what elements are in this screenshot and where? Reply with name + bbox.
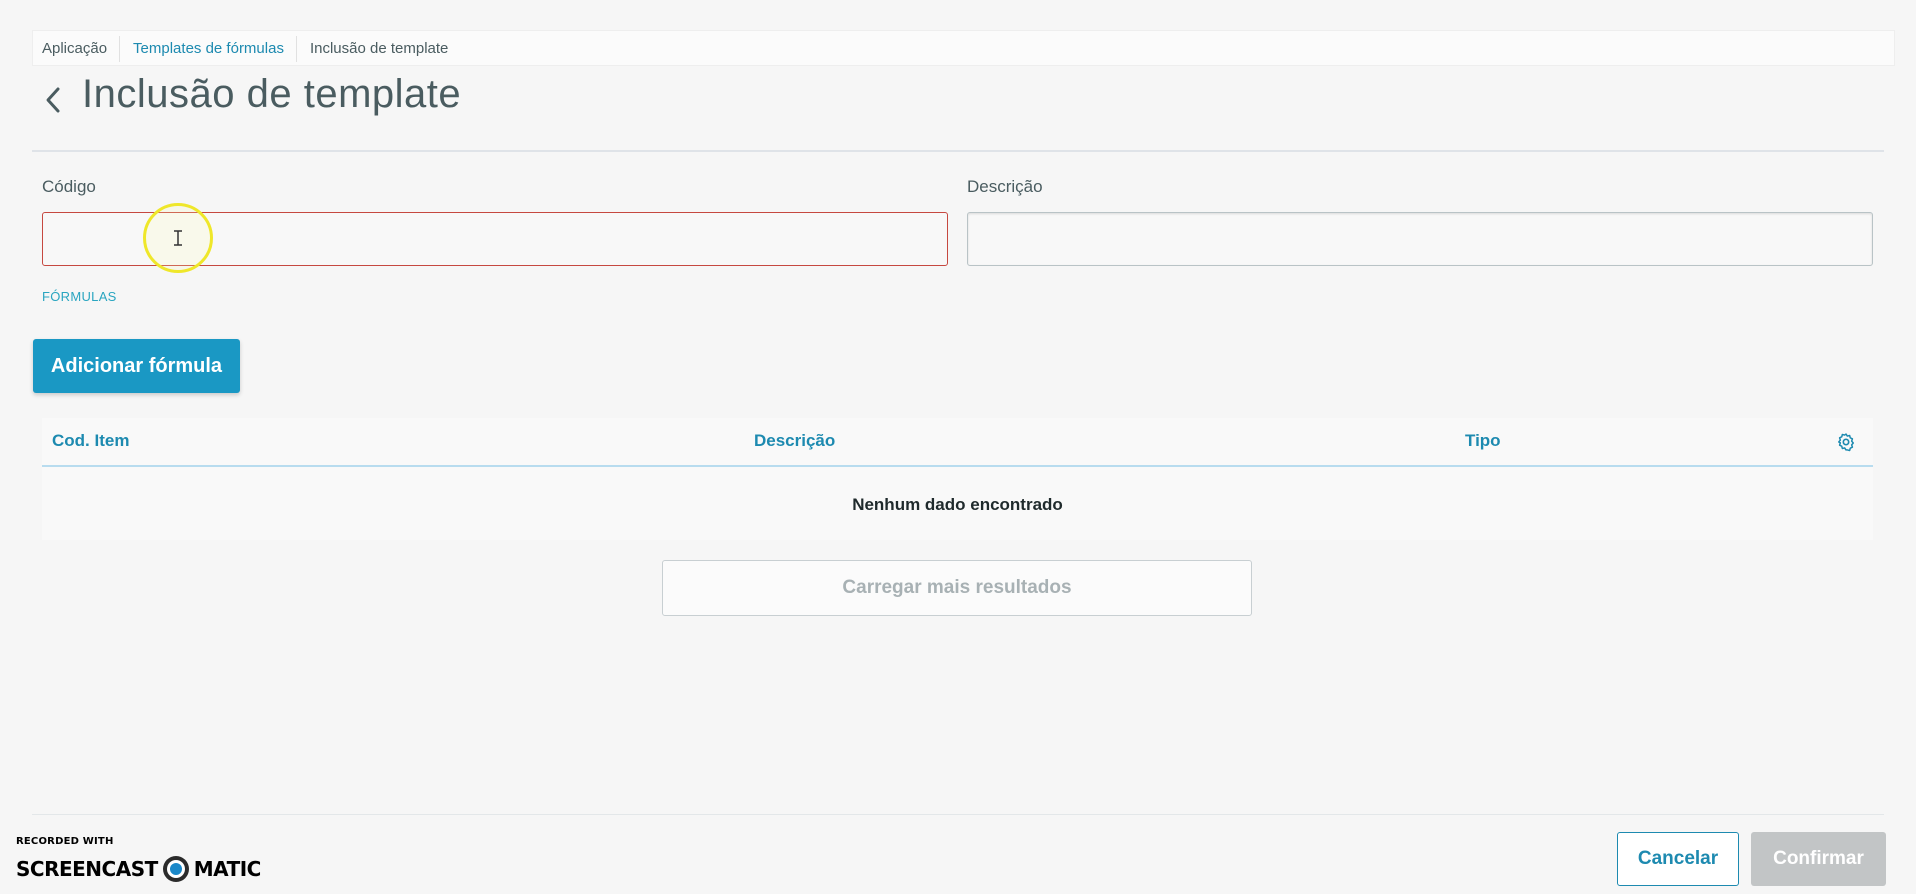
cursor-highlight (143, 203, 213, 273)
header-divider (32, 150, 1884, 152)
descricao-label: Descrição (967, 177, 1043, 196)
add-formula-button[interactable]: Adicionar fórmula (33, 339, 240, 393)
footer-divider (32, 814, 1884, 815)
breadcrumb: Aplicação Templates de fórmulas Inclusão… (32, 30, 1895, 66)
formulas-section-label: FÓRMULAS (42, 289, 117, 304)
codigo-label: Código (42, 177, 96, 196)
load-more-button[interactable]: Carregar mais resultados (662, 560, 1252, 616)
cancel-button[interactable]: Cancelar (1617, 832, 1739, 886)
screencast-watermark: RECORDED WITH SCREENCAST MATIC (16, 836, 261, 886)
table-header: Cod. Item Descrição Tipo (42, 418, 1873, 467)
column-header-descricao[interactable]: Descrição (754, 431, 835, 451)
chevron-left-icon[interactable] (40, 80, 66, 120)
column-header-cod-item[interactable]: Cod. Item (52, 431, 129, 451)
text-cursor-icon (174, 230, 182, 246)
gear-icon[interactable] (1836, 432, 1856, 452)
watermark-left-text: SCREENCAST (16, 857, 158, 881)
formulas-table: Cod. Item Descrição Tipo Nenhum dado enc… (42, 418, 1873, 540)
table-empty-message: Nenhum dado encontrado (852, 495, 1063, 514)
screencast-logo-icon (162, 856, 189, 882)
watermark-line2: SCREENCAST MATIC (16, 854, 261, 884)
breadcrumb-item-templates[interactable]: Templates de fórmulas (119, 35, 297, 62)
confirm-button[interactable]: Confirmar (1751, 832, 1886, 886)
breadcrumb-item-current: Inclusão de template (295, 35, 461, 62)
watermark-right-text: MATIC (193, 857, 262, 881)
breadcrumb-item-aplicacao[interactable]: Aplicação (42, 40, 120, 57)
column-header-tipo[interactable]: Tipo (1465, 431, 1501, 451)
descricao-input[interactable] (967, 212, 1873, 266)
watermark-line1: RECORDED WITH (16, 836, 114, 847)
page-title: Inclusão de template (82, 72, 462, 116)
page: Aplicação Templates de fórmulas Inclusão… (0, 0, 1916, 894)
